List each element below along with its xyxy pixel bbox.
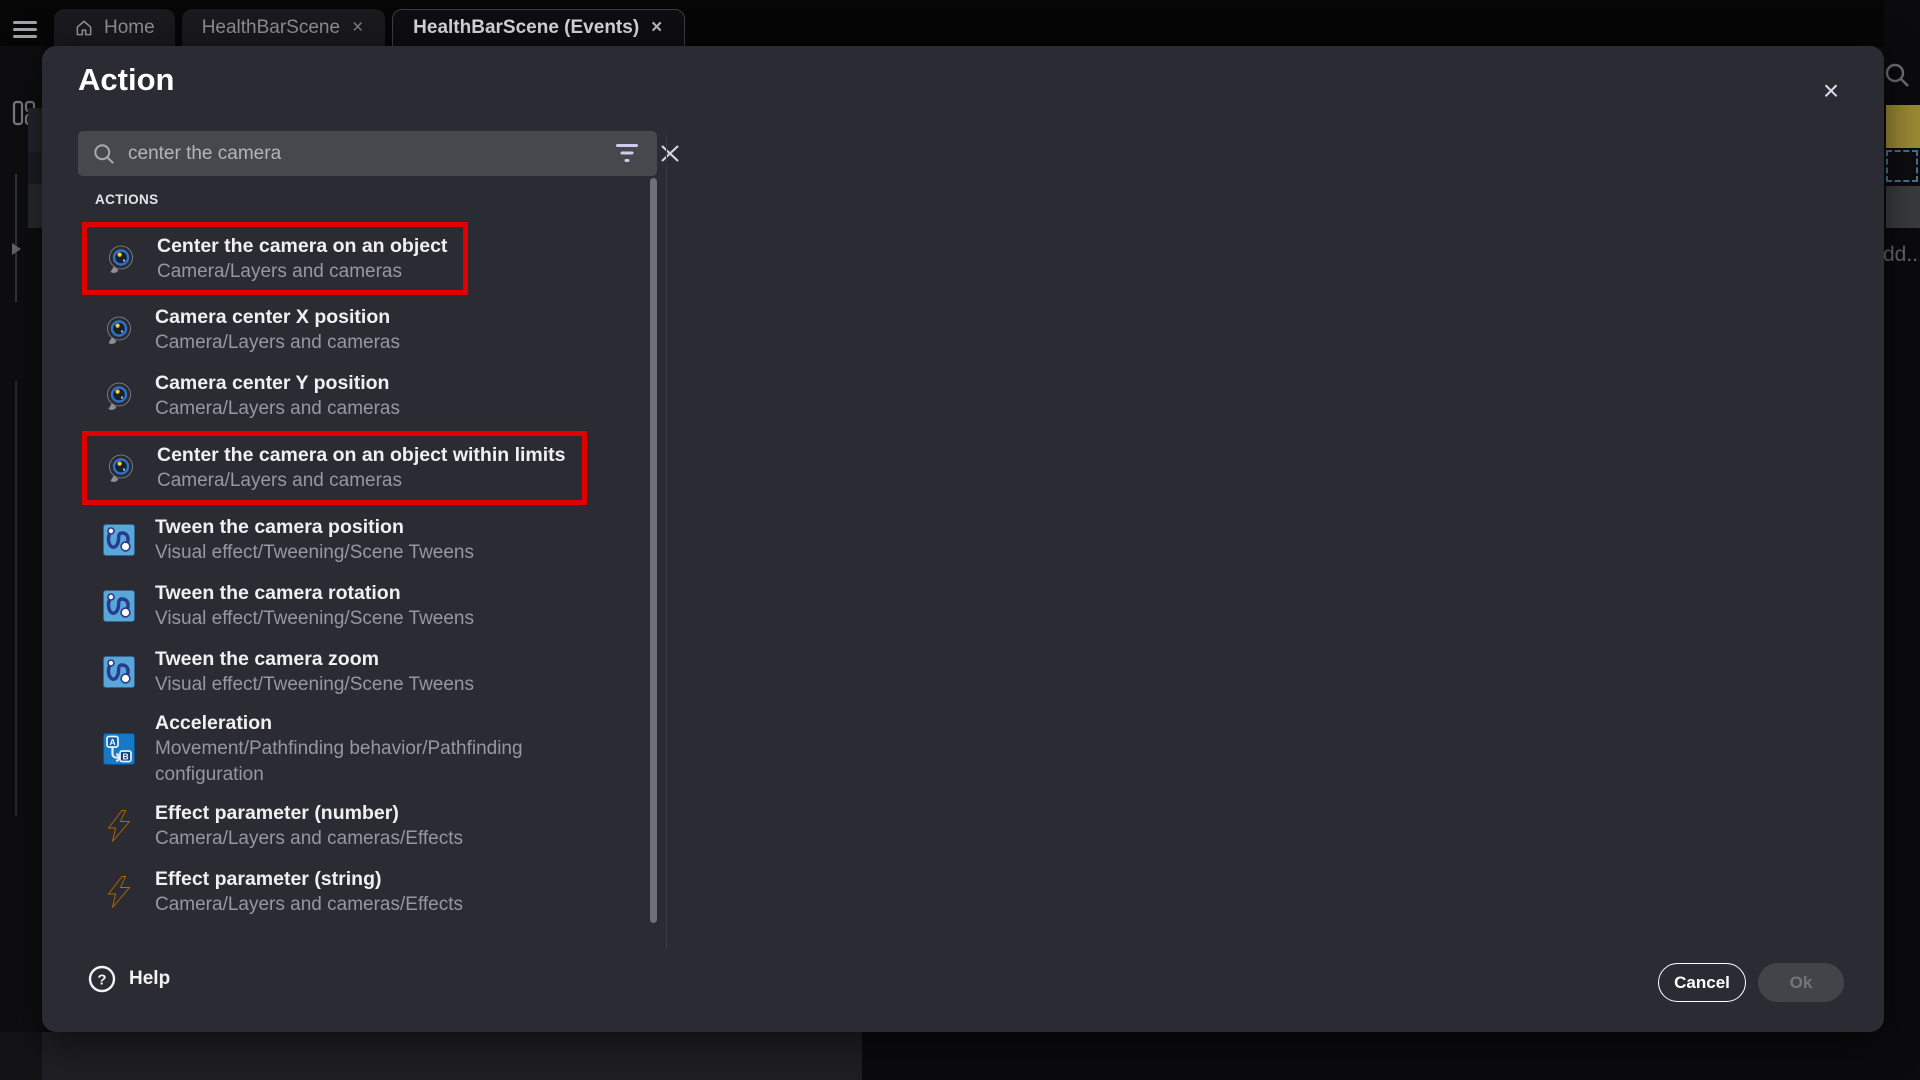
tween-icon	[103, 524, 135, 556]
tab-healthbarscene[interactable]: HealthBarScene ×	[182, 9, 385, 46]
action-list-item[interactable]: Tween the camera zoom Visual effect/Twee…	[78, 639, 663, 705]
top-tab-bar: Home HealthBarScene × HealthBarScene (Ev…	[0, 0, 1920, 46]
action-subtitle: Camera/Layers and cameras	[155, 396, 400, 422]
action-subtitle: Camera/Layers and cameras	[157, 259, 447, 285]
selected-event-block	[1886, 105, 1920, 148]
section-header: ACTIONS	[95, 192, 159, 207]
action-list-item[interactable]: Camera center X position Camera/Layers a…	[78, 297, 663, 363]
action-list-item-highlighted[interactable]: Center the camera on an object Camera/La…	[82, 222, 468, 295]
camera-icon	[103, 314, 135, 346]
event-row-fragment	[28, 152, 42, 184]
tab-label: Home	[104, 17, 155, 39]
action-subtitle: Camera/Layers and cameras	[155, 330, 400, 356]
action-title: Tween the camera rotation	[155, 580, 474, 606]
action-subtitle: Movement/Pathfinding behavior/Pathfindin…	[155, 736, 615, 788]
expand-triangle-icon[interactable]	[12, 243, 21, 255]
search-input[interactable]	[128, 131, 528, 176]
dialog-title: Action	[78, 62, 174, 98]
help-icon: ?	[88, 965, 116, 993]
clear-search-icon[interactable]	[656, 140, 684, 167]
cancel-button[interactable]: Cancel	[1658, 963, 1746, 1002]
drop-target-block	[1886, 150, 1918, 182]
event-block	[1886, 186, 1920, 228]
events-panel-bottom	[42, 1032, 862, 1080]
action-title: Effect parameter (number)	[155, 800, 463, 826]
help-button[interactable]: ? Help	[88, 965, 170, 993]
home-icon	[74, 18, 94, 38]
action-subtitle: Visual effect/Tweening/Scene Tweens	[155, 606, 474, 632]
event-tree-guide	[15, 174, 17, 302]
filter-icon[interactable]	[613, 141, 641, 166]
tween-icon	[103, 590, 135, 622]
camera-icon	[105, 452, 137, 484]
action-title: Acceleration	[155, 710, 615, 736]
close-tab-icon[interactable]: ×	[649, 17, 664, 39]
action-title: Center the camera on an object	[157, 233, 447, 259]
lightning-icon	[103, 810, 135, 842]
scrollbar-thumb[interactable]	[650, 178, 657, 923]
tab-label: HealthBarScene	[202, 17, 340, 39]
action-subtitle: Visual effect/Tweening/Scene Tweens	[155, 540, 474, 566]
action-title: Center the camera on an object within li…	[157, 442, 566, 468]
camera-icon	[103, 380, 135, 412]
action-title: Tween the camera zoom	[155, 646, 474, 672]
close-dialog-icon[interactable]: ×	[1814, 74, 1848, 108]
action-list-item[interactable]: Effect parameter (string) Camera/Layers …	[78, 859, 663, 925]
tab-home[interactable]: Home	[54, 9, 175, 46]
tab-strip: Home HealthBarScene × HealthBarScene (Ev…	[54, 9, 685, 46]
action-subtitle: Camera/Layers and cameras/Effects	[155, 826, 463, 852]
pathfinding-icon	[103, 733, 135, 765]
tab-healthbarscene-events[interactable]: HealthBarScene (Events) ×	[392, 9, 685, 46]
action-list-item-highlighted[interactable]: Center the camera on an object within li…	[82, 431, 587, 504]
tween-icon	[103, 656, 135, 688]
action-list-item[interactable]: Tween the camera rotation Visual effect/…	[78, 573, 663, 639]
event-row-fragment	[28, 184, 42, 228]
action-list-item[interactable]: Tween the camera position Visual effect/…	[78, 507, 663, 573]
add-action-link-truncated[interactable]: dd...	[1883, 243, 1920, 267]
action-list-item[interactable]: Acceleration Movement/Pathfinding behavi…	[78, 705, 663, 793]
lightning-icon	[103, 876, 135, 908]
action-title: Camera center X position	[155, 304, 400, 330]
action-list-item[interactable]: Effect parameter (number) Camera/Layers …	[78, 793, 663, 859]
svg-text:?: ?	[97, 972, 106, 989]
ok-button[interactable]: Ok	[1758, 963, 1844, 1002]
hamburger-menu-icon[interactable]	[13, 21, 37, 38]
help-label: Help	[129, 968, 170, 990]
search-bar	[78, 131, 657, 176]
tab-label: HealthBarScene (Events)	[413, 17, 639, 39]
action-subtitle: Camera/Layers and cameras	[157, 468, 566, 494]
search-icon	[91, 141, 117, 167]
action-list-item[interactable]: Camera center Y position Camera/Layers a…	[78, 363, 663, 429]
list-divider	[666, 134, 667, 948]
app-background	[0, 1032, 42, 1080]
action-results-list: Center the camera on an object Camera/La…	[78, 220, 663, 925]
action-dialog: Action × ACTIONS Center the camera on an…	[42, 46, 1884, 1032]
action-title: Camera center Y position	[155, 370, 400, 396]
app-background	[862, 1032, 1920, 1080]
event-row-fragment	[28, 108, 42, 152]
close-tab-icon[interactable]: ×	[350, 17, 365, 39]
camera-icon	[105, 243, 137, 275]
event-tree-guide	[15, 381, 17, 816]
search-icon[interactable]	[1882, 60, 1912, 90]
action-subtitle: Camera/Layers and cameras/Effects	[155, 892, 463, 918]
action-subtitle: Visual effect/Tweening/Scene Tweens	[155, 672, 474, 698]
action-title: Tween the camera position	[155, 514, 474, 540]
action-title: Effect parameter (string)	[155, 866, 463, 892]
